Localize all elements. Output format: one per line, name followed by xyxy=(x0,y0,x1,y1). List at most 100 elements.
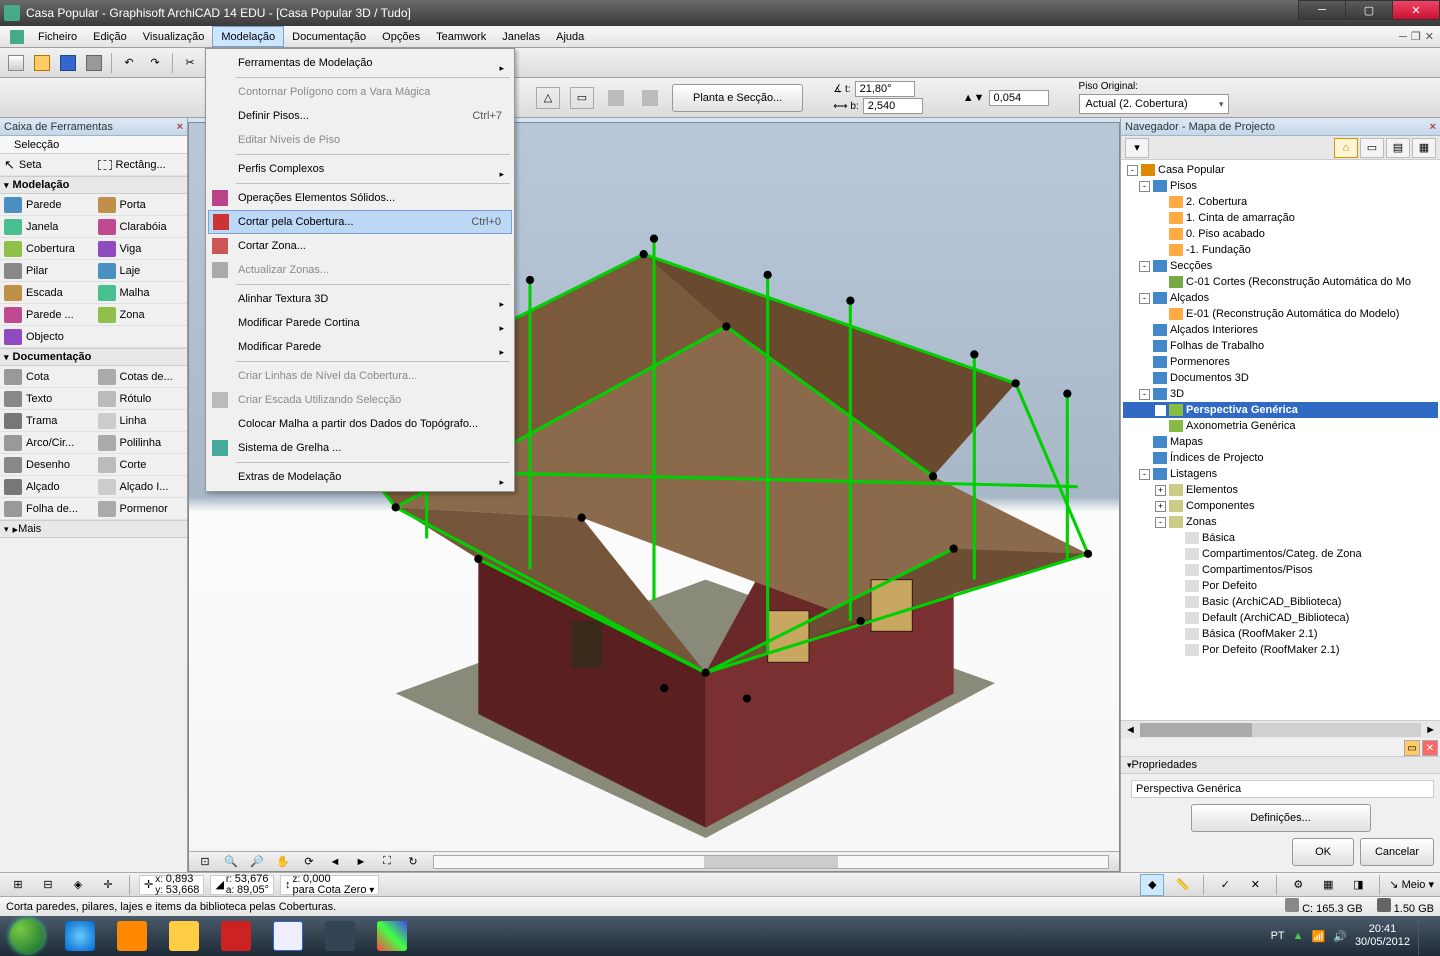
tool-Polilinha[interactable]: Polilinha xyxy=(94,432,188,454)
tool-Corte[interactable]: Corte xyxy=(94,454,188,476)
navigator-header[interactable]: Navegador - Mapa de Projecto× xyxy=(1121,118,1440,136)
angle-field[interactable]: 21,80° xyxy=(855,81,915,97)
redo-button[interactable]: ↷ xyxy=(143,52,167,74)
tool-Desenho[interactable]: Desenho xyxy=(0,454,94,476)
taskbar-word[interactable] xyxy=(262,917,314,955)
menu-ficheiro[interactable]: Ficheiro xyxy=(30,26,85,47)
tray-volume-icon[interactable]: 🔊 xyxy=(1333,930,1347,943)
orbit-icon[interactable]: ⟳ xyxy=(297,851,321,873)
floor-plan-section-button[interactable]: Planta e Secção... xyxy=(672,84,803,112)
show-desktop-button[interactable] xyxy=(1418,917,1428,955)
toolbox-header[interactable]: Caixa de Ferramentas× xyxy=(0,118,187,136)
tree-item[interactable]: E-01 (Reconstrução Automática do Modelo) xyxy=(1123,306,1438,322)
tool-Alçado[interactable]: Alçado xyxy=(0,476,94,498)
tree-item[interactable]: -Zonas xyxy=(1123,514,1438,530)
start-button[interactable] xyxy=(0,916,54,956)
tree-item[interactable]: 2. Cobertura xyxy=(1123,194,1438,210)
fit-icon[interactable]: ⛶ xyxy=(375,851,399,873)
tree-item[interactable]: Documentos 3D xyxy=(1123,370,1438,386)
tool-Zona[interactable]: Zona xyxy=(94,304,188,326)
marquee-tool[interactable]: Rectâng... xyxy=(94,154,188,176)
project-tree[interactable]: -Casa Popular-Pisos2. Cobertura1. Cinta … xyxy=(1121,160,1440,720)
grid-toggle[interactable]: ⊞ xyxy=(6,874,30,896)
layers-icon[interactable]: ▦ xyxy=(1316,874,1340,896)
tool-Objecto[interactable]: Objecto xyxy=(0,326,94,348)
tool-Cota[interactable]: Cota xyxy=(0,366,94,388)
tool-Alçado I...[interactable]: Alçado I... xyxy=(94,476,188,498)
check-button[interactable]: ✓ xyxy=(1213,874,1237,896)
tree-item[interactable]: -Listagens xyxy=(1123,466,1438,482)
menu-edição[interactable]: Edição xyxy=(85,26,135,47)
tree-item[interactable]: -Secções xyxy=(1123,258,1438,274)
taskbar-autocad[interactable] xyxy=(210,917,262,955)
taskbar-paint[interactable] xyxy=(366,917,418,955)
zoom-in-icon[interactable]: 🔍 xyxy=(219,851,243,873)
close-icon[interactable]: × xyxy=(177,121,183,133)
tree-item[interactable]: -3D xyxy=(1123,386,1438,402)
tree-item[interactable]: Alçados Interiores xyxy=(1123,322,1438,338)
tool-Pormenor[interactable]: Pormenor xyxy=(94,498,188,520)
xy-coords[interactable]: ✛ x: 0,893y: 53,668 xyxy=(139,875,204,895)
origin-button[interactable]: ✛ xyxy=(96,874,120,896)
next-view-icon[interactable]: ► xyxy=(349,851,373,873)
nav-tab-view[interactable]: ▭ xyxy=(1360,138,1384,158)
menu-janelas[interactable]: Janelas xyxy=(494,26,548,47)
tree-item[interactable]: Basic (ArchiCAD_Biblioteca) xyxy=(1123,594,1438,610)
view-scrollbar[interactable] xyxy=(433,855,1109,869)
polar-coords[interactable]: ◢ r: 53,676a: 89,05° xyxy=(210,875,274,895)
tool-Pilar[interactable]: Pilar xyxy=(0,260,94,282)
maximize-button[interactable]: ▢ xyxy=(1345,0,1393,20)
taskbar-explorer[interactable] xyxy=(158,917,210,955)
menu-item[interactable]: Definir Pisos...Ctrl+7 xyxy=(208,104,512,128)
settings-button[interactable]: Definições... xyxy=(1191,804,1371,832)
panel-float-button[interactable]: ▭ xyxy=(1404,740,1420,756)
cancel-op-button[interactable]: ✕ xyxy=(1243,874,1267,896)
cut-button[interactable]: ✂ xyxy=(178,52,202,74)
ok-button[interactable]: OK xyxy=(1292,838,1354,866)
zoom-out-icon[interactable]: 🔎 xyxy=(245,851,269,873)
menu-item[interactable]: Operações Elementos Sólidos... xyxy=(208,186,512,210)
floor-combo[interactable]: Actual (2. Cobertura) xyxy=(1079,94,1229,114)
tree-item[interactable]: +Elementos xyxy=(1123,482,1438,498)
z-coord[interactable]: ↕ z: 0,000para Cota Zero ▾ xyxy=(280,875,379,895)
gear-icon[interactable]: ⚙ xyxy=(1286,874,1310,896)
tree-item[interactable]: Básica (RoofMaker 2.1) xyxy=(1123,626,1438,642)
display-mode-button[interactable]: ▭ xyxy=(570,87,594,109)
nav-tab-publish[interactable]: ▦ xyxy=(1412,138,1436,158)
tree-item[interactable]: Índices de Projecto xyxy=(1123,450,1438,466)
menu-item[interactable]: Cortar Zona... xyxy=(208,234,512,258)
taskbar-media[interactable] xyxy=(106,917,158,955)
tree-item[interactable]: Por Defeito (RoofMaker 2.1) xyxy=(1123,642,1438,658)
taskbar-ie[interactable] xyxy=(54,917,106,955)
tree-item[interactable]: Default (ArchiCAD_Biblioteca) xyxy=(1123,610,1438,626)
refresh-icon[interactable]: ↻ xyxy=(401,851,425,873)
tool-Cobertura[interactable]: Cobertura xyxy=(0,238,94,260)
tool-Parede ...[interactable]: Parede ... xyxy=(0,304,94,326)
tool-Janela[interactable]: Janela xyxy=(0,216,94,238)
tree-item[interactable]: 0. Piso acabado xyxy=(1123,226,1438,242)
view-name-field[interactable]: Perspectiva Genérica xyxy=(1131,780,1434,798)
tree-item[interactable]: +Componentes xyxy=(1123,498,1438,514)
menu-item[interactable]: Sistema de Grelha ... xyxy=(208,436,512,460)
tool-Laje[interactable]: Laje xyxy=(94,260,188,282)
tree-item[interactable]: Compartimentos/Pisos xyxy=(1123,562,1438,578)
menu-modelação[interactable]: Modelação xyxy=(212,26,284,47)
tree-item[interactable]: -Pisos xyxy=(1123,178,1438,194)
tool-Rótulo[interactable]: Rótulo xyxy=(94,388,188,410)
tool-Texto[interactable]: Texto xyxy=(0,388,94,410)
cancel-button[interactable]: Cancelar xyxy=(1360,838,1434,866)
close-icon[interactable]: × xyxy=(1430,121,1436,133)
new-button[interactable] xyxy=(4,52,28,74)
tool-icon-2[interactable] xyxy=(638,87,662,109)
more-category[interactable]: ▸ Mais xyxy=(0,520,187,538)
menu-teamwork[interactable]: Teamwork xyxy=(428,26,494,47)
tree-item[interactable]: C-01 Cortes (Reconstrução Automática do … xyxy=(1123,274,1438,290)
tray-flag-icon[interactable]: ▲ xyxy=(1293,930,1304,942)
nav-tab-project[interactable]: ⌂ xyxy=(1334,138,1358,158)
print-button[interactable] xyxy=(82,52,106,74)
guides-toggle[interactable]: ◈ xyxy=(66,874,90,896)
offset-field[interactable]: 0,054 xyxy=(989,90,1049,106)
menu-item[interactable]: Cortar pela Cobertura...Ctrl+0 xyxy=(208,210,512,234)
tree-item[interactable]: Básica xyxy=(1123,530,1438,546)
section-method-button[interactable]: △ xyxy=(536,87,560,109)
